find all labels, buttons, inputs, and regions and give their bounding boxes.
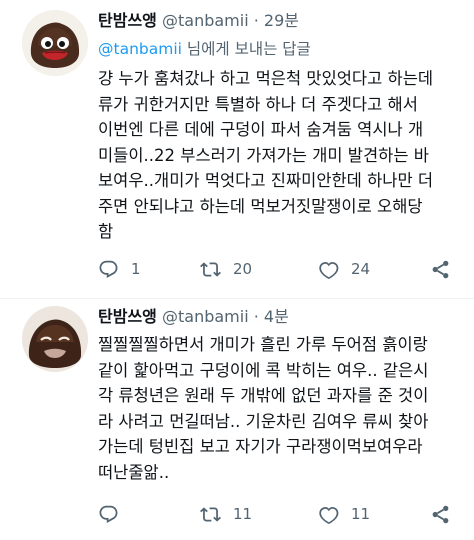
replying-to-suffix: 님에게 보내는 답글 (181, 40, 311, 58)
tweet[interactable]: 탄밤쓰앵 @tanbamii · 29분 @tanbamii 님에게 보내는 답… (0, 0, 474, 300)
separator-dot: · (253, 11, 259, 30)
avatar-image (22, 306, 88, 372)
avatar[interactable] (22, 306, 88, 372)
tweet-text: 걍 누가 훔쳐갔나 하고 먹은척 맛있엇다고 하는데 류가 귀한거지만 특별하 … (98, 69, 434, 241)
retweet-icon (200, 506, 221, 522)
timestamp[interactable]: 4분 (264, 307, 289, 326)
like-button[interactable]: 11 (318, 502, 370, 526)
reply-icon (99, 505, 118, 523)
retweet-count: 11 (233, 505, 253, 523)
share-button[interactable] (430, 502, 451, 526)
timestamp[interactable]: 29분 (264, 11, 299, 30)
avatar-image (22, 10, 88, 76)
retweet-icon (200, 261, 221, 277)
reply-count: 1 (131, 260, 141, 278)
retweet-count: 20 (233, 260, 253, 278)
share-button[interactable] (430, 257, 451, 281)
user-handle[interactable]: @tanbamii (162, 11, 249, 30)
reply-button[interactable]: 1 (98, 257, 141, 281)
share-icon (432, 505, 449, 523)
like-icon (319, 506, 339, 524)
avatar[interactable] (22, 10, 88, 76)
display-name[interactable]: 탄밤쓰앵 (98, 307, 157, 326)
reply-button[interactable] (98, 502, 131, 526)
tweet[interactable]: 탄밤쓰앵 @tanbamii · 4분 찔찔찔찔하면서 개미가 흘린 가루 두어… (0, 299, 474, 540)
like-count: 11 (351, 505, 371, 523)
like-count: 24 (351, 260, 371, 278)
replying-to: @tanbamii 님에게 보내는 답글 (98, 38, 311, 60)
user-handle[interactable]: @tanbamii (162, 307, 249, 326)
tweet-actions: 1 20 24 (98, 257, 458, 281)
tweet-header: 탄밤쓰앵 @tanbamii · 4분 (98, 306, 289, 328)
retweet-button[interactable]: 20 (200, 257, 252, 281)
separator-dot: · (253, 307, 259, 326)
tweet-header: 탄밤쓰앵 @tanbamii · 29분 (98, 10, 299, 32)
retweet-button[interactable]: 11 (200, 502, 252, 526)
like-icon (319, 261, 339, 279)
reply-icon (99, 260, 118, 278)
like-button[interactable]: 24 (318, 257, 370, 281)
tweet-text: 찔찔찔찔하면서 개미가 흘린 가루 두어점 흙이랑 같이 핥아먹고 구덩이에 콕… (98, 335, 429, 482)
mention-link[interactable]: @tanbamii (98, 40, 182, 58)
display-name[interactable]: 탄밤쓰앵 (98, 11, 157, 30)
tweet-actions: 11 11 (98, 502, 458, 526)
share-icon (432, 260, 449, 278)
